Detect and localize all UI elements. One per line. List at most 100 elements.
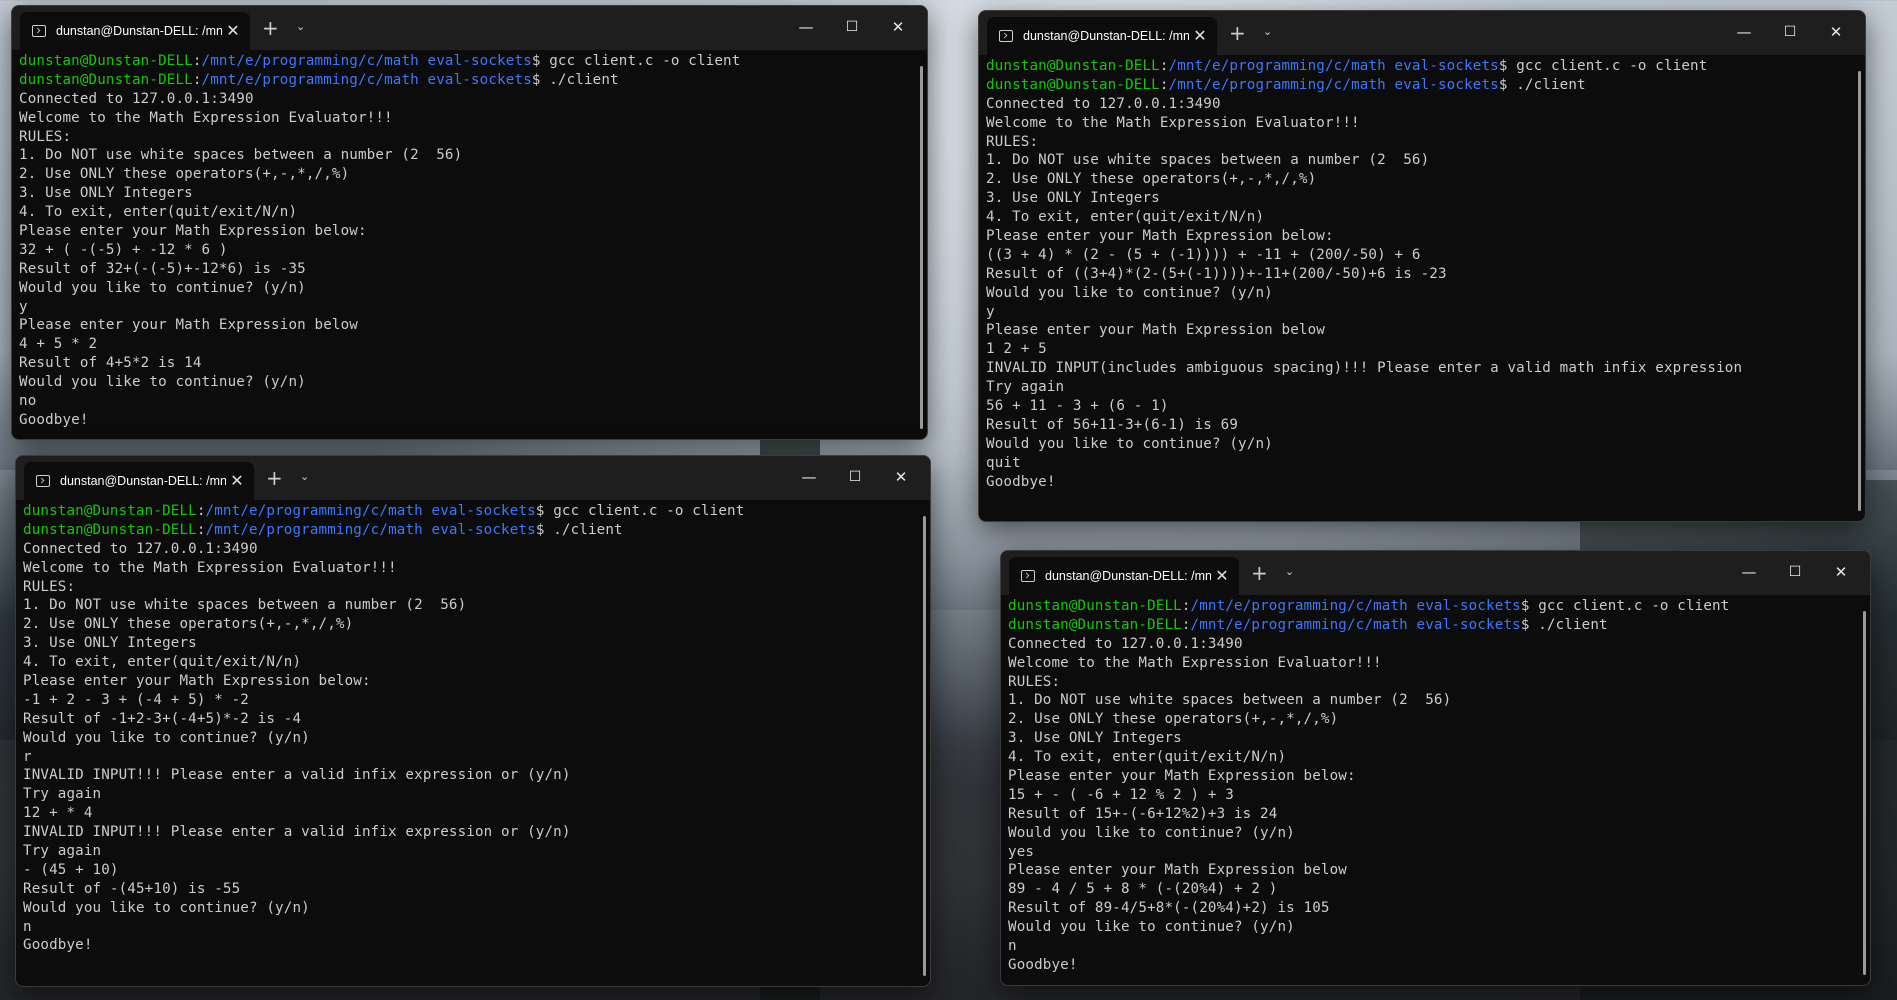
command-text: gcc client.c -o client <box>1516 58 1708 74</box>
output-line: Would you like to continue? (y/n) <box>986 435 1273 452</box>
output-line: INVALID INPUT(includes ambiguous spacing… <box>986 360 1743 377</box>
title-bar: dunstan@Dunstan-DELL: /mn ✕ + ⌄ — ☐ ✕ <box>979 11 1865 55</box>
output-line: quit <box>986 454 1021 471</box>
tab-active[interactable]: dunstan@Dunstan-DELL: /mn ✕ <box>20 12 250 50</box>
new-tab-button[interactable]: + <box>1229 21 1246 45</box>
tab-close-icon[interactable]: ✕ <box>1189 26 1211 46</box>
new-tab-button[interactable]: + <box>1251 561 1268 585</box>
tab-title: dunstan@Dunstan-DELL: /mn <box>60 474 226 488</box>
title-bar: dunstan@Dunstan-DELL: /mn ✕ + ⌄ — ☐ ✕ <box>16 456 930 500</box>
output-line: 4. To exit, enter(quit/exit/N/n) <box>986 209 1265 226</box>
window-controls: — ☐ ✕ <box>783 14 921 40</box>
new-tab-button[interactable]: + <box>262 16 279 40</box>
minimize-button[interactable]: — <box>783 14 829 40</box>
close-button[interactable]: ✕ <box>1818 559 1864 585</box>
output-line: Would you like to continue? (y/n) <box>1008 824 1295 841</box>
output-line: 1. Do NOT use white spaces between a num… <box>1008 692 1452 709</box>
output-line: 2. Use ONLY these operators(+,-,*,/,%) <box>1008 711 1339 728</box>
tab-dropdown-icon[interactable]: ⌄ <box>296 20 305 33</box>
minimize-button[interactable]: — <box>786 464 832 490</box>
terminal-icon <box>32 25 46 37</box>
window-controls: — ☐ ✕ <box>1721 19 1859 45</box>
terminal-output[interactable]: dunstan@Dunstan-DELL:/mnt/e/programming/… <box>16 500 930 955</box>
maximize-button[interactable]: ☐ <box>1772 559 1818 585</box>
tab-active[interactable]: dunstan@Dunstan-DELL: /mn ✕ <box>24 462 254 500</box>
prompt-colon: : <box>1159 58 1169 74</box>
output-line: Connected to 127.0.0.1:3490 <box>1008 635 1243 652</box>
window-controls: — ☐ ✕ <box>1726 559 1864 585</box>
terminal-icon <box>1021 570 1035 582</box>
prompt-symbol: $ <box>1520 598 1539 614</box>
maximize-button[interactable]: ☐ <box>832 464 878 490</box>
output-line: Result of 32+(-(-5)+-12*6) is -35 <box>19 260 306 277</box>
maximize-button[interactable]: ☐ <box>829 14 875 40</box>
prompt-symbol: $ <box>535 503 554 519</box>
scrollbar[interactable] <box>923 516 926 976</box>
output-line: Try again <box>23 786 102 803</box>
output-line: 15 + - ( -6 + 12 % 2 ) + 3 <box>1008 786 1234 803</box>
output-line: no <box>19 393 37 410</box>
tab-active[interactable]: dunstan@Dunstan-DELL: /mn ✕ <box>1009 557 1239 595</box>
close-button[interactable]: ✕ <box>878 464 924 490</box>
output-line: RULES: <box>19 128 72 145</box>
output-line: Welcome to the Math Expression Evaluator… <box>23 559 397 576</box>
command-text: gcc client.c -o client <box>549 53 741 69</box>
terminal-window-bottom-right[interactable]: dunstan@Dunstan-DELL: /mn ✕ + ⌄ — ☐ ✕ dunstan@D… <box>1000 550 1871 986</box>
output-line: 4. To exit, enter(quit/exit/N/n) <box>23 654 302 671</box>
close-button[interactable]: ✕ <box>1813 19 1859 45</box>
tab-dropdown-icon[interactable]: ⌄ <box>300 470 309 483</box>
command-text: gcc client.c -o client <box>553 503 745 519</box>
output-line: RULES: <box>1008 673 1061 690</box>
output-line: 1. Do NOT use white spaces between a num… <box>986 152 1430 169</box>
output-line: Please enter your Math Expression below: <box>986 228 1334 245</box>
prompt-line: dunstan@Dunstan-DELL:/mnt/e/programming/… <box>986 76 1865 95</box>
tab-dropdown-icon[interactable]: ⌄ <box>1285 565 1294 578</box>
output-line: y <box>986 303 995 320</box>
output-line: Goodbye! <box>986 473 1056 490</box>
new-tab-button[interactable]: + <box>266 466 283 490</box>
terminal-output[interactable]: dunstan@Dunstan-DELL: /mnt/e/programming/… <box>1001 595 1870 975</box>
output-line: Please enter your Math Expression below: <box>1008 768 1356 785</box>
output-line: Result of 56+11-3+(6-1) is 69 <box>986 416 1239 433</box>
scrollbar[interactable] <box>920 66 923 429</box>
window-controls: — ☐ ✕ <box>786 464 924 490</box>
scrollbar[interactable] <box>1858 71 1861 511</box>
output-line: Goodbye! <box>1008 956 1078 973</box>
output-line: -1 + 2 - 3 + (-4 + 5) * -2 <box>23 691 249 708</box>
output-line: 89 - 4 / 5 + 8 * (-(20%4) + 2 ) <box>1008 881 1278 898</box>
tab-close-icon[interactable]: ✕ <box>1211 566 1233 586</box>
minimize-button[interactable]: — <box>1721 19 1767 45</box>
terminal-window-bottom-left[interactable]: dunstan@Dunstan-DELL: /mn ✕ + ⌄ — ☐ ✕ dunstan@D… <box>15 455 931 987</box>
output-line: INVALID INPUT!!! Please enter a valid in… <box>23 767 571 784</box>
tab-dropdown-icon[interactable]: ⌄ <box>1263 25 1272 38</box>
close-button[interactable]: ✕ <box>875 14 921 40</box>
prompt-path: /mnt/e/programming/c/math eval-sockets <box>1190 598 1521 614</box>
terminal-window-top-left[interactable]: dunstan@Dunstan-DELL: /mn ✕ + ⌄ — ☐ ✕ dunstan@D… <box>11 5 928 440</box>
maximize-button[interactable]: ☐ <box>1767 19 1813 45</box>
prompt-line: dunstan@Dunstan-DELL:/mnt/e/programming/… <box>23 502 930 521</box>
prompt-colon: : <box>1181 616 1191 633</box>
terminal-output[interactable]: dunstan@Dunstan-DELL:/mnt/e/programming/… <box>979 55 1865 491</box>
prompt-symbol: $ <box>1520 616 1539 633</box>
output-line: Welcome to the Math Expression Evaluator… <box>19 109 393 126</box>
output-line: INVALID INPUT!!! Please enter a valid in… <box>23 824 571 841</box>
output-line: 2. Use ONLY these operators(+,-,*,/,%) <box>23 616 354 633</box>
tab-active[interactable]: dunstan@Dunstan-DELL: /mn ✕ <box>987 17 1217 55</box>
output-line: n <box>1008 938 1017 955</box>
scrollbar[interactable] <box>1863 611 1866 975</box>
output-line: 56 + 11 - 3 + (6 - 1) <box>986 398 1169 415</box>
prompt-line: dunstan@Dunstan-DELL:/mnt/e/programming/… <box>19 71 927 90</box>
tab-close-icon[interactable]: ✕ <box>226 471 248 491</box>
terminal-window-top-right[interactable]: dunstan@Dunstan-DELL: /mn ✕ + ⌄ — ☐ ✕ dunstan@D… <box>978 10 1866 522</box>
prompt-user: dunstan@Dunstan-DELL <box>1008 598 1182 614</box>
terminal-output[interactable]: dunstan@Dunstan-DELL:/mnt/e/programming/… <box>12 50 927 430</box>
output-line: RULES: <box>23 578 76 595</box>
output-line: yes <box>1008 843 1035 860</box>
output-line: Would you like to continue? (y/n) <box>19 374 306 391</box>
prompt-symbol: $ <box>535 521 554 538</box>
terminal-icon <box>999 30 1013 42</box>
tab-close-icon[interactable]: ✕ <box>222 21 244 41</box>
output-line: Please enter your Math Expression below <box>19 317 358 334</box>
output-line: 4. To exit, enter(quit/exit/N/n) <box>19 204 298 221</box>
minimize-button[interactable]: — <box>1726 559 1772 585</box>
